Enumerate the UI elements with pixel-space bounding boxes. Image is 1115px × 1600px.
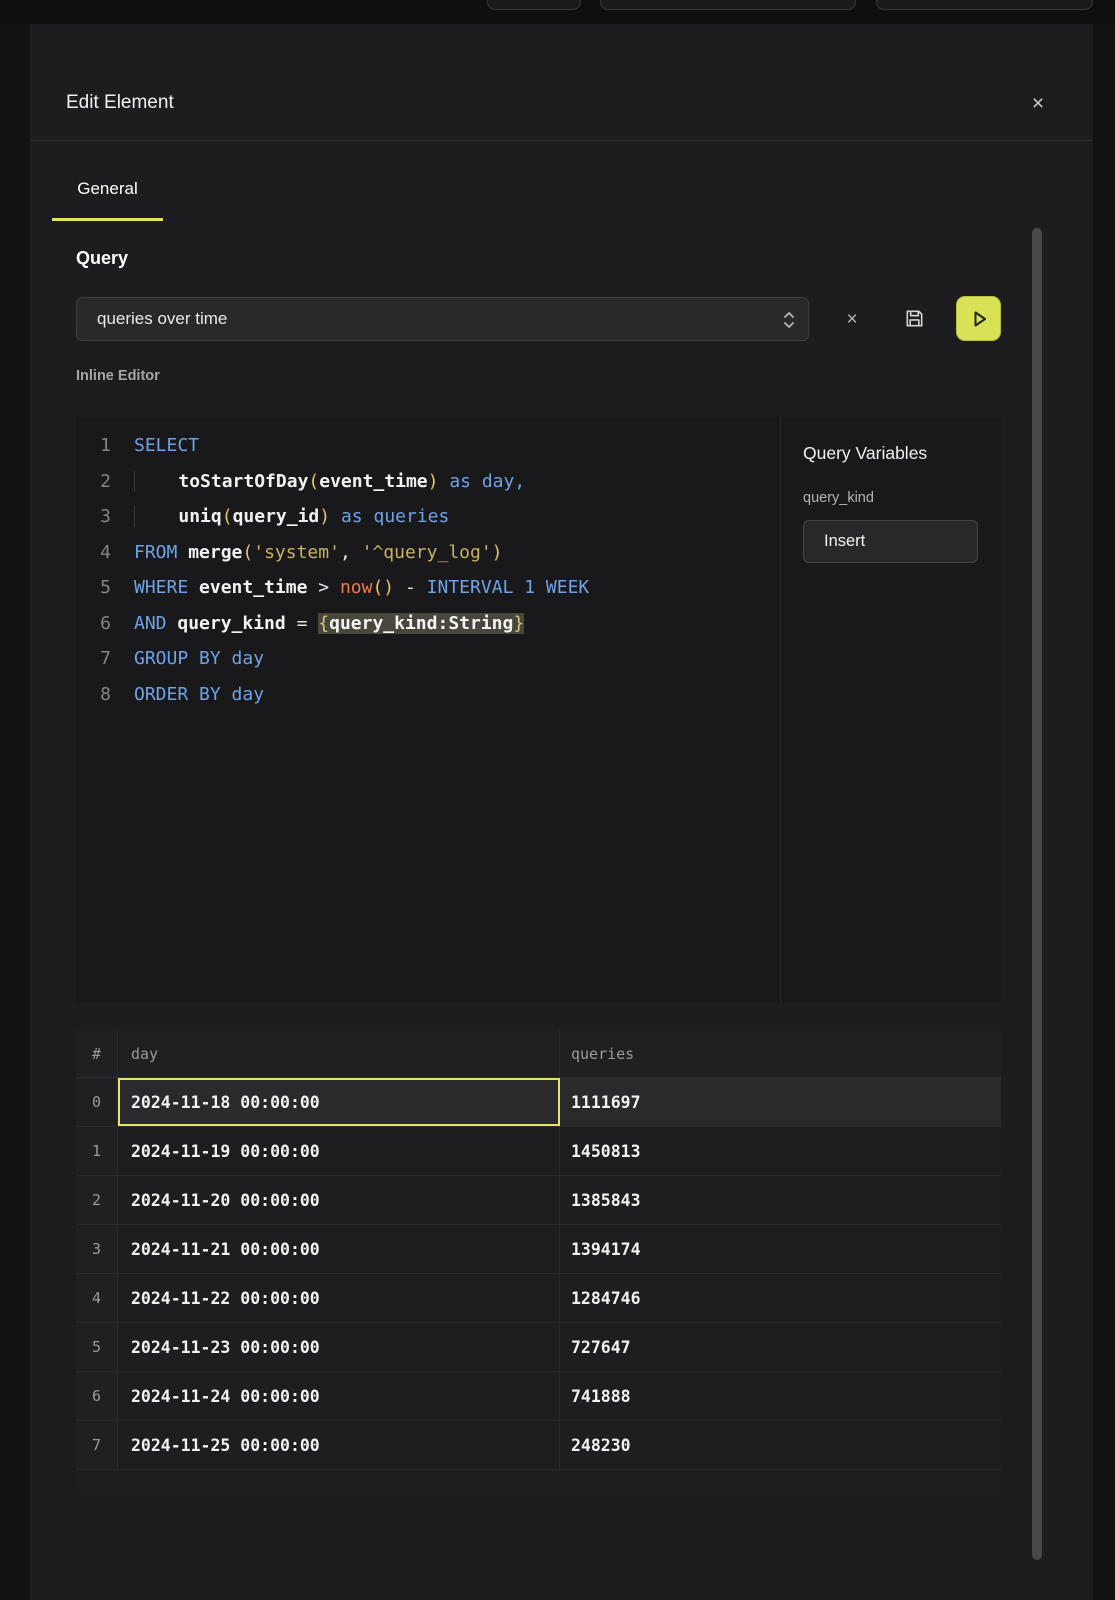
column-header-queries[interactable]: queries <box>560 1030 1001 1077</box>
table-row[interactable]: 02024-11-18 00:00:001111697 <box>76 1078 1001 1127</box>
line-number: 2 <box>76 464 111 500</box>
table-header-row: # day queries <box>76 1030 1001 1078</box>
query-select-value: queries over time <box>97 309 227 329</box>
query-variable-name: query_kind <box>803 490 1001 506</box>
code-line[interactable]: 2 toStartOfDay(event_time) as day, <box>76 464 780 500</box>
code-text: SELECT <box>111 435 199 456</box>
table-footer <box>76 1470 1001 1494</box>
code-lines[interactable]: 1SELECT2 toStartOfDay(event_time) as day… <box>76 417 781 1003</box>
line-number: 6 <box>76 606 111 642</box>
table-row[interactable]: 32024-11-21 00:00:001394174 <box>76 1225 1001 1274</box>
column-header-day[interactable]: day <box>118 1030 560 1077</box>
modal-scrollbar[interactable] <box>1032 228 1042 1560</box>
query-variables-heading: Query Variables <box>803 443 1001 464</box>
cell-day[interactable]: 2024-11-20 00:00:00 <box>118 1176 560 1224</box>
play-icon <box>966 306 992 332</box>
cell-day[interactable]: 2024-11-22 00:00:00 <box>118 1274 560 1322</box>
save-query-button[interactable] <box>896 300 932 336</box>
row-index: 4 <box>76 1274 118 1322</box>
column-header-index[interactable]: # <box>76 1030 118 1077</box>
code-line[interactable]: 3 uniq(query_id) as queries <box>76 499 780 535</box>
query-variables-panel: Query Variables query_kind Insert <box>781 417 1001 1003</box>
cell-queries[interactable]: 1450813 <box>560 1127 1001 1175</box>
cell-queries[interactable]: 741888 <box>560 1372 1001 1420</box>
code-text: GROUP BY day <box>111 648 264 669</box>
code-line[interactable]: 7GROUP BY day <box>76 641 780 677</box>
row-index: 1 <box>76 1127 118 1175</box>
table-row[interactable]: 52024-11-23 00:00:00727647 <box>76 1323 1001 1372</box>
header-divider <box>30 140 1093 141</box>
cell-queries[interactable]: 1394174 <box>560 1225 1001 1273</box>
code-line[interactable]: 1SELECT <box>76 428 780 464</box>
line-number: 8 <box>76 677 111 713</box>
line-number: 3 <box>76 499 111 535</box>
inline-editor-label: Inline Editor <box>76 368 160 384</box>
tab-general[interactable]: General <box>52 179 163 221</box>
row-index: 3 <box>76 1225 118 1273</box>
row-index: 7 <box>76 1421 118 1469</box>
line-number: 1 <box>76 428 111 464</box>
code-text: FROM merge('system', '^query_log') <box>111 542 503 563</box>
background-button <box>600 0 856 10</box>
query-select[interactable]: queries over time <box>76 297 809 341</box>
cell-day[interactable]: 2024-11-25 00:00:00 <box>118 1421 560 1469</box>
cell-queries[interactable]: 1111697 <box>560 1078 1001 1126</box>
cell-day[interactable]: 2024-11-18 00:00:00 <box>118 1078 560 1126</box>
cell-queries[interactable]: 727647 <box>560 1323 1001 1371</box>
cell-queries[interactable]: 248230 <box>560 1421 1001 1469</box>
background-button <box>876 0 1093 10</box>
table-row[interactable]: 72024-11-25 00:00:00248230 <box>76 1421 1001 1470</box>
table-row[interactable]: 62024-11-24 00:00:00741888 <box>76 1372 1001 1421</box>
save-icon <box>903 307 926 330</box>
results-body: 02024-11-18 00:00:00111169712024-11-19 0… <box>76 1078 1001 1470</box>
code-text: AND query_kind = {query_kind:String} <box>111 613 524 634</box>
table-row[interactable]: 12024-11-19 00:00:001450813 <box>76 1127 1001 1176</box>
code-line[interactable]: 6AND query_kind = {query_kind:String} <box>76 606 780 642</box>
code-text: toStartOfDay(event_time) as day, <box>111 471 525 492</box>
cell-day[interactable]: 2024-11-19 00:00:00 <box>118 1127 560 1175</box>
code-text: ORDER BY day <box>111 684 264 705</box>
table-row[interactable]: 22024-11-20 00:00:001385843 <box>76 1176 1001 1225</box>
cell-day[interactable]: 2024-11-23 00:00:00 <box>118 1323 560 1371</box>
select-chevrons-icon <box>782 309 796 336</box>
row-index: 2 <box>76 1176 118 1224</box>
line-number: 7 <box>76 641 111 677</box>
close-icon[interactable]: × <box>1024 90 1052 118</box>
code-text: WHERE event_time > now() - INTERVAL 1 WE… <box>111 577 589 598</box>
sql-editor[interactable]: 1SELECT2 toStartOfDay(event_time) as day… <box>76 417 1001 1003</box>
edit-element-dialog: Edit Element × General Query queries ove… <box>30 24 1093 1600</box>
table-row[interactable]: 42024-11-22 00:00:001284746 <box>76 1274 1001 1323</box>
code-line[interactable]: 8ORDER BY day <box>76 677 780 713</box>
code-text: uniq(query_id) as queries <box>111 506 449 527</box>
code-line[interactable]: 4FROM merge('system', '^query_log') <box>76 535 780 571</box>
dialog-title: Edit Element <box>66 92 174 114</box>
results-table: # day queries 02024-11-18 00:00:00111169… <box>76 1030 1001 1494</box>
background-topbar <box>0 0 1115 24</box>
cell-queries[interactable]: 1284746 <box>560 1274 1001 1322</box>
insert-variable-button[interactable]: Insert <box>803 520 978 563</box>
background-button <box>487 0 581 10</box>
row-index: 0 <box>76 1078 118 1126</box>
query-section-heading: Query <box>76 248 128 269</box>
cell-day[interactable]: 2024-11-24 00:00:00 <box>118 1372 560 1420</box>
cell-day[interactable]: 2024-11-21 00:00:00 <box>118 1225 560 1273</box>
clear-query-button[interactable]: × <box>838 306 866 334</box>
code-line[interactable]: 5WHERE event_time > now() - INTERVAL 1 W… <box>76 570 780 606</box>
row-index: 5 <box>76 1323 118 1371</box>
cell-queries[interactable]: 1385843 <box>560 1176 1001 1224</box>
run-query-button[interactable] <box>956 296 1001 341</box>
line-number: 5 <box>76 570 111 606</box>
line-number: 4 <box>76 535 111 571</box>
row-index: 6 <box>76 1372 118 1420</box>
